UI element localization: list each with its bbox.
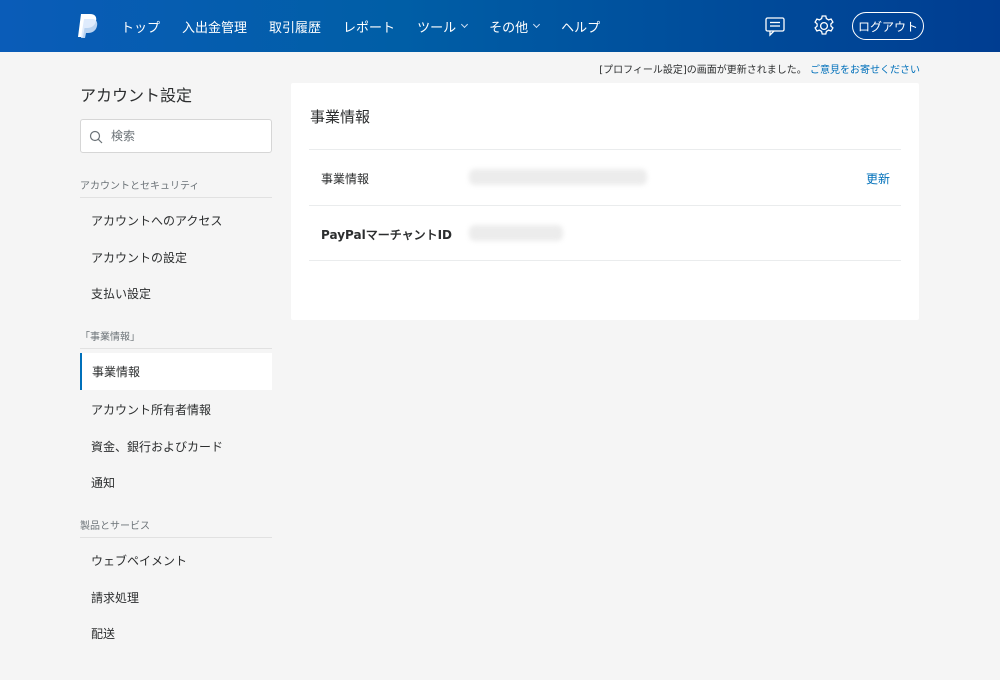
nav-home[interactable]: トップ (110, 0, 171, 52)
divider (309, 260, 901, 261)
sidebar-item-money-banks-cards[interactable]: 資金、銀行およびカード (80, 428, 272, 465)
chevron-down-icon (533, 20, 541, 29)
nav-home-label: トップ (121, 20, 161, 36)
section-heading-products-services: 製品とサービス (80, 517, 272, 538)
info-row-merchant-id: PayPalマーチャントID (309, 205, 901, 260)
message-center-icon[interactable] (763, 14, 787, 38)
update-notice: [プロフィール設定]の画面が更新されました。 ご意見をお寄せください (599, 61, 920, 76)
sidebar-item-notifications[interactable]: 通知 (80, 464, 272, 501)
section-heading-account-security: アカウントとセキュリティ (80, 177, 272, 198)
nav-activity-label: 取引履歴 (269, 20, 322, 36)
row-label-merchant-id: PayPalマーチャントID (321, 228, 453, 242)
feedback-link[interactable]: ご意見をお寄せください (810, 65, 920, 76)
nav-more[interactable]: その他 (478, 0, 550, 52)
search-input[interactable] (111, 120, 266, 152)
section-heading-business-info: 「事業情報」 (80, 328, 272, 349)
business-info-card: 事業情報 事業情報 更新 PayPalマーチャントID (291, 83, 919, 320)
nav-reports[interactable]: レポート (332, 0, 406, 52)
sidebar-item-payment-settings[interactable]: 支払い設定 (80, 275, 272, 312)
search-icon (89, 130, 103, 144)
redacted-value (469, 225, 563, 241)
sidebar-item-business-info[interactable]: 事業情報 (80, 353, 272, 390)
nav-tools-label: ツール (417, 20, 457, 36)
nav-tools[interactable]: ツール (406, 0, 478, 52)
update-notice-text: [プロフィール設定]の画面が更新されました。 (599, 65, 807, 76)
sidebar-item-shipping[interactable]: 配送 (80, 615, 272, 652)
redacted-value (469, 169, 647, 185)
nav-help[interactable]: ヘルプ (550, 0, 611, 52)
top-nav-bar: トップ 入出金管理 取引履歴 レポート ツール その他 ヘルプ ログアウト (0, 0, 1000, 52)
nav-help-label: ヘルプ (561, 20, 601, 36)
nav-more-label: その他 (489, 20, 529, 36)
paypal-logo-icon[interactable] (76, 13, 98, 39)
page-title: 事業情報 (310, 108, 371, 126)
chevron-down-icon (461, 20, 469, 29)
sidebar-title: アカウント設定 (80, 86, 193, 105)
nav-money-management-label: 入出金管理 (182, 20, 248, 36)
sidebar-item-web-payments[interactable]: ウェブペイメント (80, 542, 272, 579)
sidebar-item-account-access[interactable]: アカウントへのアクセス (80, 202, 272, 239)
update-business-info-link[interactable]: 更新 (866, 170, 890, 187)
sidebar-item-account-settings[interactable]: アカウントの設定 (80, 239, 272, 276)
gear-icon[interactable] (811, 13, 837, 39)
info-row-business-info: 事業情報 更新 (309, 149, 901, 205)
logout-button[interactable]: ログアウト (852, 12, 924, 40)
nav-activity[interactable]: 取引履歴 (258, 0, 332, 52)
search-box (80, 119, 272, 153)
nav-money-management[interactable]: 入出金管理 (171, 0, 258, 52)
row-label-business-info: 事業情報 (321, 172, 370, 186)
sidebar-item-billing[interactable]: 請求処理 (80, 579, 272, 616)
sidebar-item-account-owner-info[interactable]: アカウント所有者情報 (80, 391, 272, 428)
nav-reports-label: レポート (343, 20, 396, 36)
main-nav: トップ 入出金管理 取引履歴 レポート ツール その他 ヘルプ (110, 0, 611, 52)
